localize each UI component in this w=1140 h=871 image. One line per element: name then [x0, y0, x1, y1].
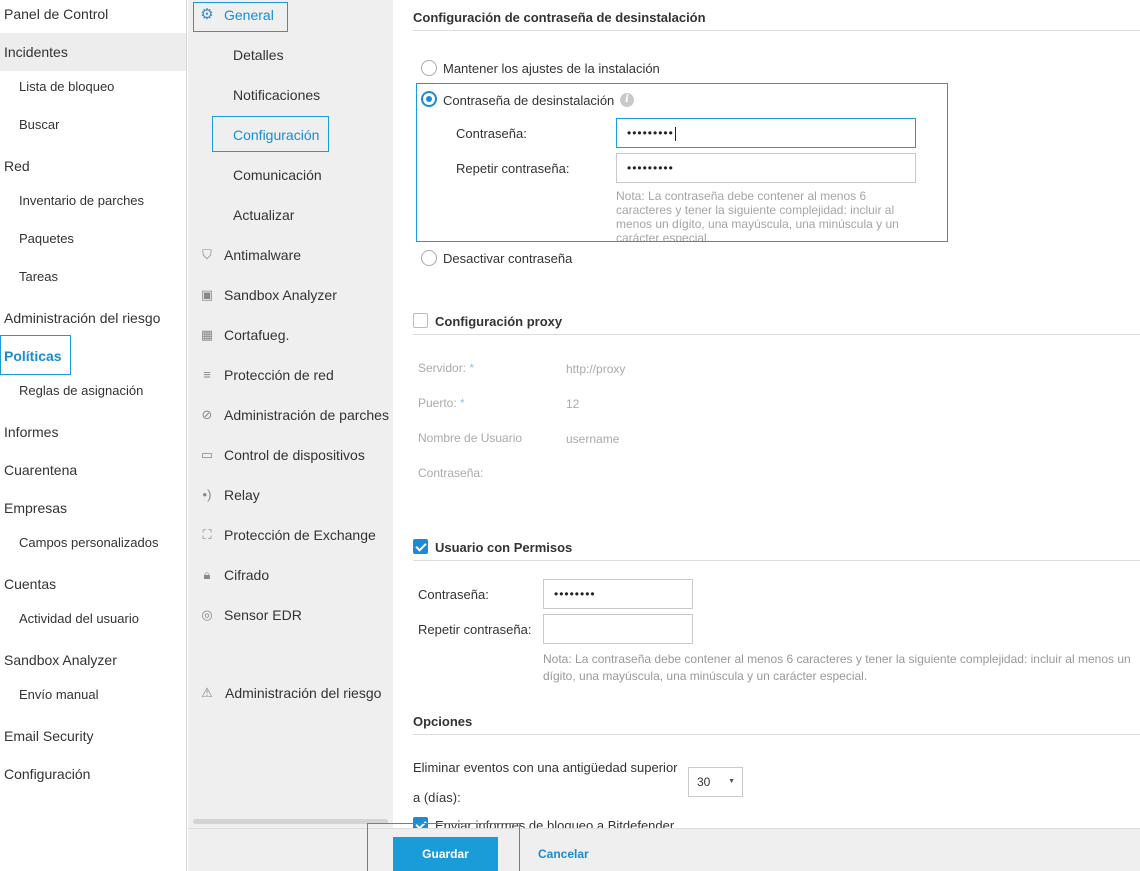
- database-icon: ≡: [203, 367, 211, 382]
- proxy-checkbox[interactable]: [413, 313, 428, 328]
- uninstall-repeat-input[interactable]: •••••••••: [616, 153, 916, 183]
- uninstall-password-value: •••••••••: [627, 126, 674, 140]
- main-navigation: Panel de Control Incidentes Lista de blo…: [0, 0, 187, 871]
- proxy-port-label: Puerto: *: [418, 396, 465, 410]
- policy-sections-nav: ⚙ General Detalles Notificaciones Config…: [188, 0, 393, 871]
- nav-item-incidentes[interactable]: Incidentes: [0, 33, 186, 71]
- nav-item-buscar[interactable]: Buscar: [0, 106, 186, 144]
- policy-nav-relay[interactable]: •) Relay: [188, 475, 393, 515]
- radio-uninstall-password-label: Contraseña de desinstalación: [443, 93, 615, 108]
- nav-item-tareas[interactable]: Tareas: [0, 258, 186, 296]
- action-bar: Guardar Cancelar: [188, 823, 1140, 871]
- settings-content: Configuración de contraseña de desinstal…: [393, 0, 1140, 828]
- nav-item-politicas-focus-ring: [0, 335, 71, 375]
- nav-item-email-security[interactable]: Email Security: [0, 717, 186, 755]
- uninstall-password-label: Contraseña:: [456, 126, 527, 141]
- nav-item-reglas-de-asignacion[interactable]: Reglas de asignación: [0, 372, 186, 410]
- policy-nav-administracion-de-parches[interactable]: ⊘ Administración de parches: [188, 395, 393, 435]
- options-section-title: Opciones: [413, 714, 473, 729]
- proxy-password-label: Contraseña:: [418, 466, 484, 480]
- section-divider: [413, 734, 1140, 735]
- power-user-password-input[interactable]: ••••••••: [543, 579, 693, 609]
- nav-item-configuracion[interactable]: Configuración: [0, 755, 186, 793]
- uninstall-repeat-label: Repetir contraseña:: [456, 161, 570, 176]
- delete-events-days-value: 30: [697, 775, 711, 789]
- power-user-section-title: Usuario con Permisos: [435, 540, 573, 555]
- cube-icon: ▣: [200, 287, 214, 302]
- uninstall-section-title: Configuración de contraseña de desinstal…: [413, 10, 706, 25]
- uninstall-password-note: Nota: La contraseña debe contener al men…: [616, 189, 899, 241]
- nav-item-inventario-de-parches[interactable]: Inventario de parches: [0, 182, 186, 220]
- save-button[interactable]: Guardar: [393, 837, 498, 871]
- proxy-port-input[interactable]: 12: [566, 397, 579, 411]
- risk-icon: ⚠: [201, 685, 213, 700]
- gear-icon: ⚙: [200, 6, 214, 23]
- radio-keep-install-settings[interactable]: [421, 60, 437, 76]
- nav-item-cuarentena[interactable]: Cuarentena: [0, 451, 186, 489]
- lock-icon: 🔒︎: [203, 567, 211, 582]
- delete-events-days-select[interactable]: 30 ▼: [688, 767, 743, 797]
- firewall-icon: ▦: [200, 327, 214, 342]
- policy-nav-notificaciones[interactable]: Notificaciones: [233, 75, 320, 115]
- nav-item-informes[interactable]: Informes: [0, 413, 186, 451]
- section-divider: [413, 560, 1140, 561]
- policy-nav-actualizar[interactable]: Actualizar: [233, 195, 294, 235]
- policy-nav-administracion-del-riesgo[interactable]: ⚠ Administración del riesgo: [188, 673, 393, 713]
- shield-icon: ⛉: [202, 247, 212, 262]
- bandage-icon: ⊘: [201, 407, 213, 422]
- proxy-server-input[interactable]: http://proxy: [566, 362, 625, 376]
- nav-item-empresas[interactable]: Empresas: [0, 489, 186, 527]
- radio-keep-install-settings-label: Mantener los ajustes de la instalación: [443, 61, 660, 76]
- policy-nav-sandbox-analyzer[interactable]: ▣ Sandbox Analyzer: [188, 275, 393, 315]
- power-user-repeat-input[interactable]: [543, 614, 693, 644]
- policy-nav-detalles[interactable]: Detalles: [233, 35, 284, 75]
- power-user-repeat-label: Repetir contraseña:: [418, 622, 532, 637]
- radio-disable-password-label: Desactivar contraseña: [443, 251, 573, 266]
- policy-nav-proteccion-de-red[interactable]: ≡ Protección de red: [188, 355, 393, 395]
- nav-item-cuentas[interactable]: Cuentas: [0, 565, 186, 603]
- nav-item-actividad-del-usuario[interactable]: Actividad del usuario: [0, 600, 186, 638]
- policy-nav-control-de-dispositivos[interactable]: ▭ Control de dispositivos: [188, 435, 393, 475]
- nav-item-red[interactable]: Red: [0, 147, 186, 185]
- proxy-username-input[interactable]: username: [566, 432, 619, 446]
- policy-nav-comunicacion[interactable]: Comunicación: [233, 155, 322, 195]
- policy-nav-proteccion-de-exchange[interactable]: ⛶ Protección de Exchange: [188, 515, 393, 555]
- uninstall-password-input[interactable]: •••••••••: [616, 118, 916, 148]
- sensor-icon: ◎: [201, 607, 213, 622]
- info-icon[interactable]: i: [620, 93, 634, 107]
- nav-item-lista-de-bloqueo[interactable]: Lista de bloqueo: [0, 68, 186, 106]
- delete-events-label-2: a (días):: [413, 790, 461, 805]
- power-user-password-note: Nota: La contraseña debe contener al men…: [543, 652, 1131, 683]
- policy-nav-sensor-edr[interactable]: ◎ Sensor EDR: [188, 595, 393, 635]
- cancel-button[interactable]: Cancelar: [538, 837, 589, 871]
- policy-nav-cifrado[interactable]: 🔒︎ Cifrado: [188, 555, 393, 595]
- monitor-icon: ▭: [200, 447, 214, 462]
- policy-nav-configuracion[interactable]: Configuración: [233, 115, 319, 155]
- section-divider: [413, 334, 1140, 335]
- policy-nav-scrollbar[interactable]: [193, 819, 388, 824]
- nav-item-envio-manual[interactable]: Envío manual: [0, 676, 186, 714]
- nav-item-administracion-del-riesgo[interactable]: Administración del riesgo: [0, 299, 186, 337]
- section-divider: [413, 30, 1140, 31]
- nav-item-campos-personalizados[interactable]: Campos personalizados: [0, 524, 186, 562]
- nav-item-panel-de-control[interactable]: Panel de Control: [0, 0, 186, 33]
- exchange-icon: ⛶: [202, 527, 212, 542]
- nav-item-sandbox-analyzer[interactable]: Sandbox Analyzer: [0, 641, 186, 679]
- delete-events-label: Eliminar eventos con una antigüedad supe…: [413, 760, 678, 775]
- radio-disable-password[interactable]: [421, 250, 437, 266]
- policy-nav-cortafuegos[interactable]: ▦ Cortafueg.: [188, 315, 393, 355]
- power-user-password-label: Contraseña:: [418, 587, 489, 602]
- policy-nav-antimalware[interactable]: ⛉ Antimalware: [188, 235, 393, 275]
- radio-uninstall-password[interactable]: [421, 91, 437, 107]
- power-user-checkbox[interactable]: [413, 539, 428, 554]
- proxy-server-label: Servidor: *: [418, 361, 475, 375]
- policy-nav-general[interactable]: ⚙ General: [188, 0, 393, 35]
- broadcast-icon: •): [202, 487, 212, 502]
- nav-item-paquetes[interactable]: Paquetes: [0, 220, 186, 258]
- proxy-username-label: Nombre de Usuario: [418, 431, 523, 445]
- proxy-section-title: Configuración proxy: [435, 314, 563, 329]
- chevron-down-icon: ▼: [728, 778, 735, 785]
